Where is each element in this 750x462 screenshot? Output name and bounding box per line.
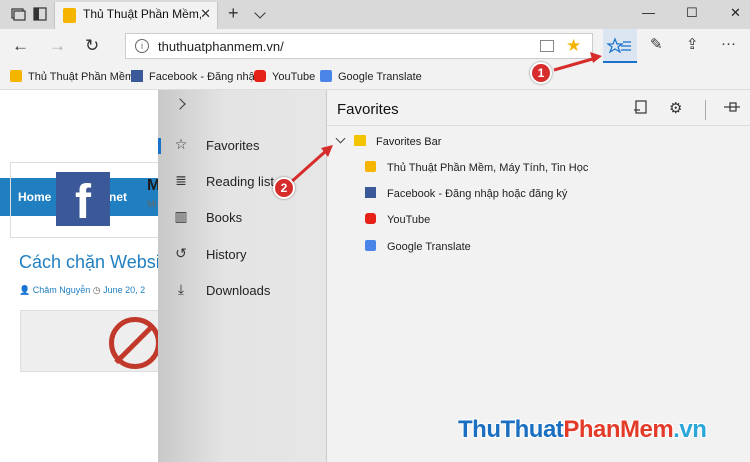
annotation-arrows <box>289 52 602 185</box>
annotation-badge-2: 2 <box>273 177 295 199</box>
arrow-2-line <box>289 148 328 185</box>
arrow-1-line <box>553 56 597 72</box>
annotation-badge-1: 1 <box>530 62 552 84</box>
arrow-1-head <box>590 52 602 63</box>
watermark-part: .vn <box>673 416 707 443</box>
watermark: ThuThuatPhanMem.vn <box>458 416 707 444</box>
watermark-part: PhanMem <box>563 416 674 443</box>
watermark-part: ThuThuat <box>458 416 564 443</box>
